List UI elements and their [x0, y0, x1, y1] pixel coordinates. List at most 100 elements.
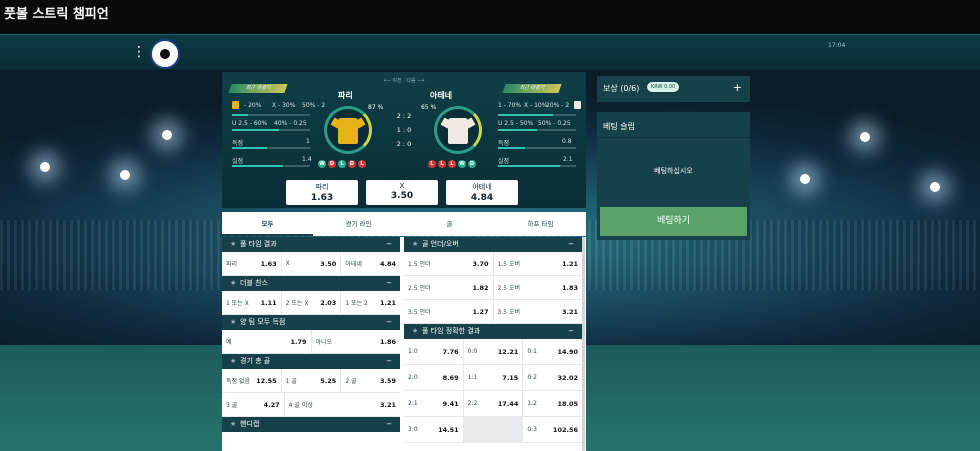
- place-bet-button[interactable]: 베팅하기: [600, 207, 747, 236]
- market-row: 2:0 8.69 1:1 7.15 0:2 32.02: [404, 365, 582, 391]
- collapse-icon[interactable]: −: [386, 315, 392, 330]
- markets-scrollbar[interactable]: [582, 237, 585, 451]
- selection-label: 2.5 언더: [408, 285, 431, 292]
- market-header[interactable]: ★ 풀 타임 결과 −: [222, 237, 400, 252]
- site-logo[interactable]: [150, 39, 180, 69]
- odds-selection[interactable]: 1 또는 2 1.21: [341, 291, 400, 314]
- market-header[interactable]: ★ 골 언더/오버 −: [404, 237, 582, 252]
- next-match-link[interactable]: 다음: [406, 78, 415, 84]
- selection-odds: 1.63: [260, 259, 277, 268]
- rewards-bar[interactable]: 보상 (0/6) KRW 0.00 +: [597, 76, 750, 102]
- odds-selection[interactable]: 3:0 14.51: [404, 417, 464, 442]
- odds-selection[interactable]: 2:1 9.41: [404, 391, 464, 416]
- favorite-star-icon[interactable]: ★: [412, 324, 422, 339]
- odds-button-away[interactable]: 아테네 4.84: [446, 180, 518, 205]
- odds-selection[interactable]: 0:0 12.21: [464, 339, 524, 364]
- home-jersey-ring: [324, 106, 372, 154]
- selection-odds: 8.69: [442, 373, 459, 382]
- collapse-icon[interactable]: −: [568, 324, 574, 339]
- market-row: 2:1 9.41 2:2 17.44 1:2 18.05: [404, 391, 582, 417]
- tab-goals[interactable]: 골: [404, 212, 495, 236]
- market-header[interactable]: ★ 양 팀 모두 득점 −: [222, 315, 400, 330]
- selection-label: 2.5 오버: [497, 285, 521, 292]
- selection-label: 2:1: [408, 400, 418, 407]
- favorite-star-icon[interactable]: ★: [230, 315, 240, 330]
- odds-selection[interactable]: 0:2 32.02: [523, 365, 582, 390]
- selection-odds: 1.86: [379, 337, 396, 346]
- market-title: 경기 총 골: [240, 357, 271, 365]
- selection-odds: 1.21: [561, 259, 578, 268]
- market-row: 1 또는 X 1.11 2 또는 X 2.03 1 또는 2 1.21: [222, 291, 400, 315]
- odds-selection[interactable]: 4 골 이상 3.21: [285, 393, 400, 416]
- collapse-icon[interactable]: −: [386, 354, 392, 369]
- prev-icon[interactable]: ⟵: [384, 78, 391, 84]
- favorite-star-icon[interactable]: ★: [230, 276, 240, 291]
- market-header[interactable]: ★ 경기 총 골 −: [222, 354, 400, 369]
- selection-label: 득점 없음: [226, 378, 250, 385]
- odds-selection[interactable]: 2 또는 X 2.03: [282, 291, 342, 314]
- home-stat-1x2-mid: X - 30%: [272, 102, 296, 109]
- odds-selection[interactable]: 0:1 14.90: [523, 339, 582, 364]
- odds-selection[interactable]: 1.5 오버 1.21: [494, 252, 583, 275]
- empty-cell: [463, 417, 524, 442]
- odds-selection[interactable]: 아테네 4.84: [341, 252, 400, 275]
- tab-half-time[interactable]: 하프 타임: [495, 212, 586, 236]
- odds-selection[interactable]: 아니오 1.86: [312, 330, 401, 353]
- floodlight: [930, 182, 940, 192]
- odds-selection[interactable]: 파리 1.63: [222, 252, 282, 275]
- odds-selection[interactable]: 0:3 102.56: [523, 417, 582, 442]
- odds-selection[interactable]: 2:0 8.69: [404, 365, 464, 390]
- favorite-star-icon[interactable]: ★: [230, 237, 240, 252]
- odds-selection[interactable]: 2 골 3.59: [341, 369, 400, 392]
- odds-selection[interactable]: 3 골 4.27: [222, 393, 285, 416]
- selection-odds: 3.50: [320, 259, 337, 268]
- collapse-icon[interactable]: −: [568, 237, 574, 252]
- odds-selection[interactable]: 1:2 18.05: [523, 391, 582, 416]
- home-kit-icon: [232, 101, 239, 109]
- collapse-icon[interactable]: −: [386, 417, 392, 432]
- collapse-icon[interactable]: −: [386, 276, 392, 291]
- favorite-star-icon[interactable]: ★: [412, 237, 422, 252]
- selection-odds: 12.55: [256, 376, 277, 385]
- market-header[interactable]: ★ 핸디캡 −: [222, 417, 400, 432]
- more-menu-icon[interactable]: ⋮: [132, 44, 146, 60]
- market-title: 풀 타임 정확한 결과: [422, 327, 481, 335]
- odds-button-draw[interactable]: X 3.50: [366, 180, 438, 205]
- odds-selection[interactable]: 예 1.79: [222, 330, 312, 353]
- odds-label: 아테네: [472, 183, 492, 191]
- selection-odds: 1.21: [379, 298, 397, 307]
- odds-button-home[interactable]: 파리 1.63: [286, 180, 358, 205]
- market-header[interactable]: ★ 풀 타임 정확한 결과 −: [404, 324, 582, 339]
- odds-selection[interactable]: 1 골 5.25: [282, 369, 342, 392]
- odds-selection[interactable]: 1 또는 X 1.11: [222, 291, 282, 314]
- prev-match-link[interactable]: 이전: [392, 78, 401, 84]
- markets-column-left: ★ 풀 타임 결과 − 파리 1.63 X 3.50 아테네 4.84 ★ 더블 찬스 −1 또는 X…: [222, 237, 400, 432]
- favorite-star-icon[interactable]: ★: [230, 354, 240, 369]
- form-pill: L: [338, 160, 346, 168]
- odds-selection[interactable]: 1.5 언더 3.70: [404, 252, 494, 275]
- selection-label: 2 골: [345, 378, 357, 385]
- tab-all[interactable]: 모두: [222, 212, 313, 236]
- home-conceded-value: 1.4: [302, 156, 312, 163]
- selection-label: 아니오: [315, 339, 333, 346]
- odds-selection[interactable]: 2.5 오버 1.83: [494, 276, 583, 299]
- odds-selection[interactable]: 3.5 오버 3.21: [494, 300, 583, 323]
- favorite-star-icon[interactable]: ★: [230, 417, 240, 432]
- odds-selection[interactable]: X 3.50: [282, 252, 342, 275]
- odds-selection[interactable]: 3.5 언더 1.27: [404, 300, 494, 323]
- market-header[interactable]: ★ 더블 찬스 −: [222, 276, 400, 291]
- selection-label: 0:2: [527, 374, 537, 381]
- add-icon[interactable]: +: [733, 81, 742, 94]
- selection-label: 1 골: [285, 378, 297, 385]
- collapse-icon[interactable]: −: [386, 237, 392, 252]
- floodlight: [800, 174, 810, 184]
- selection-odds: 9.41: [442, 399, 459, 408]
- odds-selection[interactable]: 1:0 7.76: [404, 339, 464, 364]
- odds-selection[interactable]: 2.5 언더 1.82: [404, 276, 494, 299]
- odds-selection[interactable]: 득점 없음 12.55: [222, 369, 282, 392]
- next-icon[interactable]: ⟶: [417, 78, 424, 84]
- tab-match-line[interactable]: 경기 라인: [313, 212, 404, 236]
- odds-selection[interactable]: 2:2 17.44: [464, 391, 524, 416]
- odds-selection[interactable]: 1:1 7.15: [464, 365, 524, 390]
- home-conceded-label: 실점: [232, 158, 244, 165]
